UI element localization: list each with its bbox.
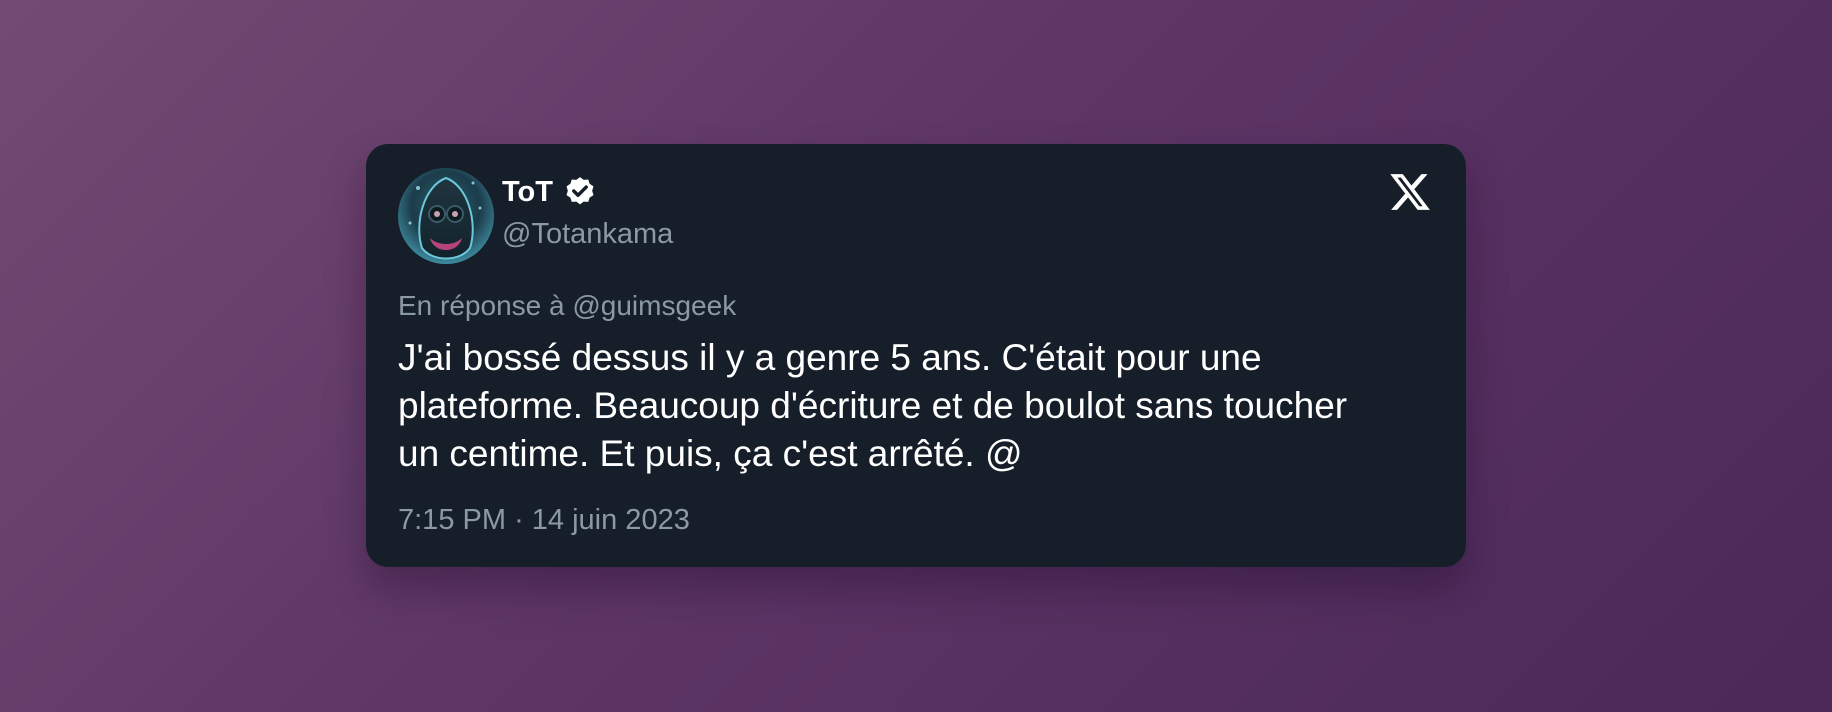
reply-context: En réponse à @guimsgeek xyxy=(398,288,736,324)
tweet-date: 14 juin 2023 xyxy=(531,504,690,536)
author-name-row: ToT xyxy=(502,174,597,210)
display-name[interactable]: ToT xyxy=(502,174,553,210)
tweet-text: J'ai bossé dessus il y a genre 5 ans. C'… xyxy=(398,334,1438,478)
reply-prefix: En réponse à xyxy=(398,290,565,321)
tweet-time: 7:15 PM xyxy=(398,504,506,536)
x-logo-icon[interactable] xyxy=(1388,170,1432,214)
tweet-card: ToT @Totankama En réponse à @guimsgeek J… xyxy=(366,144,1466,567)
avatar[interactable] xyxy=(398,168,494,264)
avatar-image xyxy=(398,168,494,264)
tweet-timestamp[interactable]: 7:15 PM · 14 juin 2023 xyxy=(398,502,690,538)
verified-badge-icon xyxy=(563,175,597,209)
author-handle[interactable]: @Totankama xyxy=(502,216,673,252)
reply-target-link[interactable]: @guimsgeek xyxy=(572,290,736,321)
tweet-text-line: J'ai bossé dessus il y a genre 5 ans. C'… xyxy=(398,337,1262,378)
meta-separator: · xyxy=(514,504,524,536)
tweet-text-line: plateforme. Beaucoup d'écriture et de bo… xyxy=(398,385,1348,426)
tweet-text-line: un centime. Et puis, ça c'est arrêté. @ xyxy=(398,433,1023,474)
